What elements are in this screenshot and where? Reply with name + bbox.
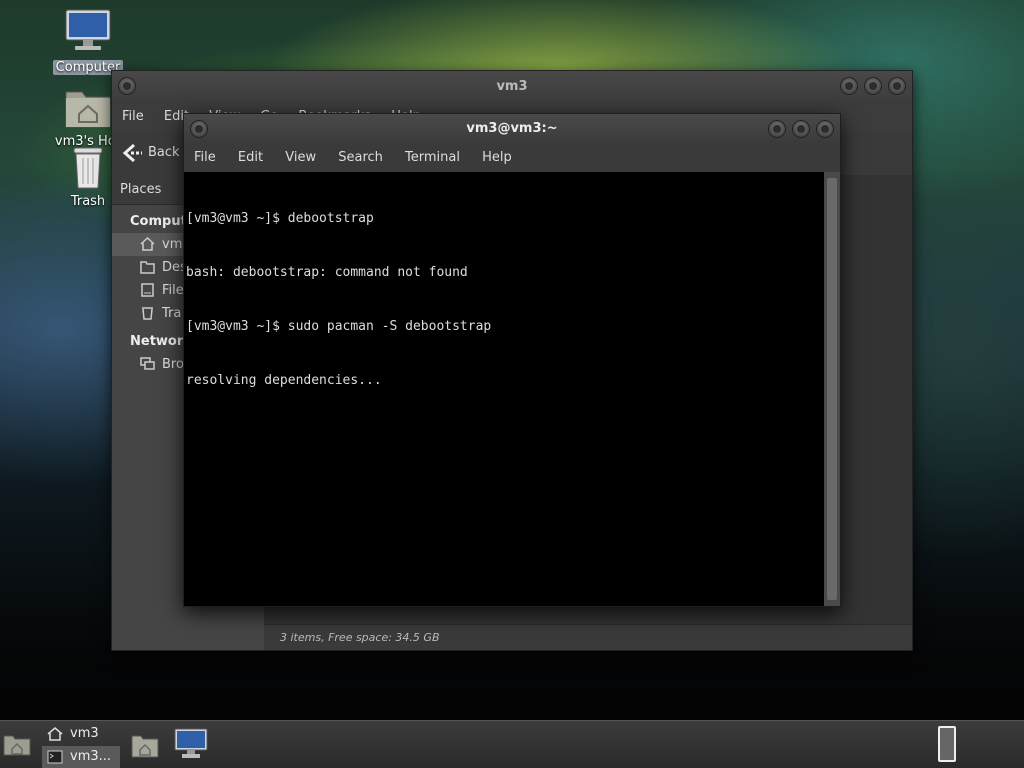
trash-icon xyxy=(73,147,103,189)
maximize-button[interactable] xyxy=(864,77,882,95)
menu-edit[interactable]: Edit xyxy=(238,150,263,165)
desktop-folder-icon xyxy=(3,735,31,756)
launcher-home-folder[interactable] xyxy=(130,733,160,759)
terminal-output[interactable]: [vm3@vm3 ~]$ debootstrap bash: debootstr… xyxy=(184,172,826,606)
scrollbar-thumb[interactable] xyxy=(827,178,837,600)
home-folder-icon xyxy=(131,735,159,758)
computer-icon xyxy=(65,9,111,50)
back-arrow-icon xyxy=(122,143,142,163)
taskbar-item-file-manager[interactable]: vm3 xyxy=(42,723,120,745)
terminal-window: vm3@vm3:~ File Edit View Search Terminal… xyxy=(183,113,841,607)
terminal-scrollbar[interactable] xyxy=(824,172,840,606)
network-icon xyxy=(140,357,155,370)
sidebar-item-label: Bro xyxy=(162,357,184,372)
home-icon xyxy=(140,237,155,251)
taskbar-item-label: vm3... xyxy=(70,749,112,764)
desktop-folder-icon xyxy=(140,261,155,274)
show-desktop-button[interactable] xyxy=(2,733,32,757)
home-icon xyxy=(47,727,63,741)
trash-icon xyxy=(142,307,153,320)
sidebar-item-label: File xyxy=(162,283,184,298)
taskbar: vm3 vm3... xyxy=(0,720,1024,768)
terminal-menubar: File Edit View Search Terminal Help xyxy=(184,144,840,172)
menu-file[interactable]: File xyxy=(122,109,144,124)
terminal-line: bash: debootstrap: command not found xyxy=(186,265,468,280)
close-button[interactable] xyxy=(816,120,834,138)
sidebar-item-label: Tra xyxy=(162,306,182,321)
window-title: vm3 xyxy=(496,79,528,94)
launcher-computer[interactable] xyxy=(174,727,208,761)
terminal-icon xyxy=(47,750,63,764)
window-menu-button[interactable] xyxy=(118,77,136,95)
desktop-icon-computer[interactable]: Computer xyxy=(48,8,128,75)
workspace-switcher[interactable] xyxy=(938,726,956,762)
menu-terminal[interactable]: Terminal xyxy=(405,150,460,165)
desktop-icon-label: Trash xyxy=(70,194,106,209)
minimize-button[interactable] xyxy=(768,120,786,138)
taskbar-item-terminal[interactable]: vm3... xyxy=(42,746,120,768)
file-manager-titlebar[interactable]: vm3 xyxy=(112,71,912,103)
back-button[interactable]: Back xyxy=(122,141,180,165)
terminal-line: resolving dependencies... xyxy=(186,373,382,388)
computer-icon xyxy=(174,728,208,758)
maximize-button[interactable] xyxy=(792,120,810,138)
filesystem-icon xyxy=(141,283,154,297)
close-button[interactable] xyxy=(888,77,906,95)
terminal-line: [vm3@vm3 ~]$ sudo pacman -S debootstrap xyxy=(186,319,492,334)
taskbar-item-label: vm3 xyxy=(70,726,99,741)
minimize-button[interactable] xyxy=(840,77,858,95)
home-folder-icon xyxy=(65,91,111,128)
status-bar: 3 items, Free space: 34.5 GB xyxy=(264,624,912,650)
window-menu-button[interactable] xyxy=(190,120,208,138)
window-title: vm3@vm3:~ xyxy=(466,121,558,136)
back-label: Back xyxy=(148,145,180,160)
terminal-titlebar[interactable]: vm3@vm3:~ xyxy=(184,114,840,144)
menu-view[interactable]: View xyxy=(285,150,316,165)
terminal-line: [vm3@vm3 ~]$ debootstrap xyxy=(186,211,374,226)
menu-help[interactable]: Help xyxy=(482,150,512,165)
menu-file[interactable]: File xyxy=(194,150,216,165)
menu-search[interactable]: Search xyxy=(338,150,383,165)
